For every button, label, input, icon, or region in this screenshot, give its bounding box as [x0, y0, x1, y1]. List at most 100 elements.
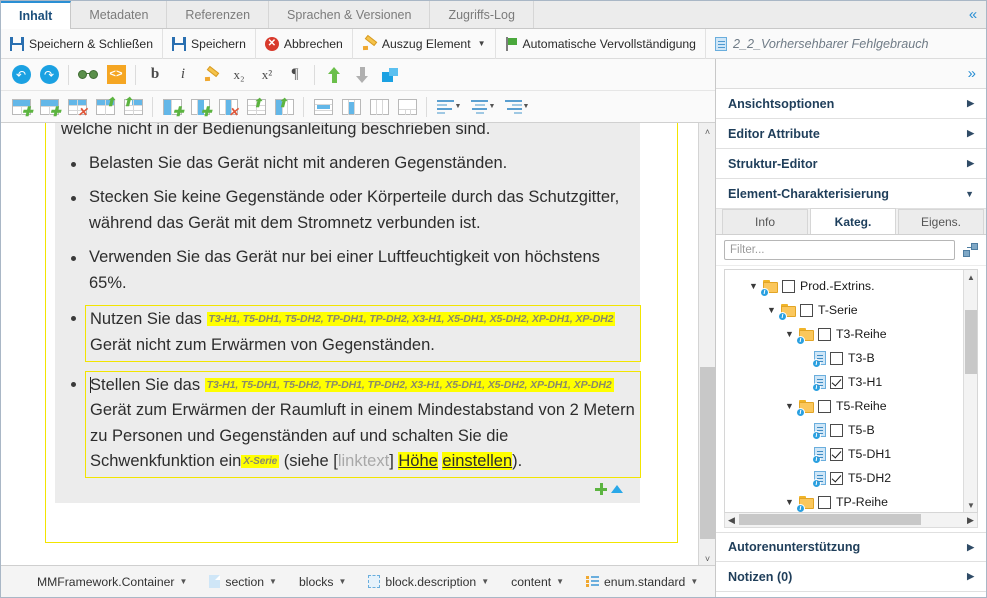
align-right-icon[interactable]: ▼	[500, 93, 534, 121]
subscript-icon[interactable]: x₂	[225, 61, 253, 89]
italic-icon[interactable]: i	[169, 61, 197, 89]
table-row-props-icon[interactable]: ⬆	[119, 93, 147, 121]
tree-checkbox[interactable]	[818, 495, 831, 509]
table-insert-row-below-icon[interactable]: ✚	[35, 93, 63, 121]
table-delete-row-icon[interactable]: ✕	[63, 93, 91, 121]
breadcrumb-block-description[interactable]: block.description ▼	[368, 575, 489, 589]
linktext-placeholder[interactable]: linktext	[338, 452, 389, 470]
bold-icon[interactable]: b	[141, 61, 169, 89]
auszug-element-button[interactable]: Auszug Element ▼	[353, 28, 496, 59]
chevron-down-icon[interactable]: ▼	[690, 577, 698, 586]
save-and-close-button[interactable]: Speichern & Schließen	[1, 28, 163, 59]
tree-checkbox[interactable]	[830, 471, 843, 485]
scroll-up-button[interactable]: ˄	[699, 123, 716, 140]
promote-up-icon[interactable]	[320, 61, 348, 89]
tree-node-t3-reihe[interactable]: ▼ i T3-Reihe	[725, 322, 941, 346]
product-variant-tag[interactable]: T3-H1, T5-DH1, T5-DH2, TP-DH1, TP-DH2, X…	[206, 312, 616, 327]
open-document-title[interactable]: 2_2_Vorhersehbarer Fehlgebrauch	[706, 29, 938, 59]
table-col-move-icon[interactable]: ⬆	[270, 93, 298, 121]
document-content[interactable]: welche nicht in der Bedienungsanleitung …	[61, 123, 641, 487]
chevron-down-icon[interactable]: ▼	[783, 329, 796, 339]
chevron-down-icon[interactable]: ▼	[783, 497, 796, 507]
tree-checkbox[interactable]	[782, 279, 795, 293]
table-split-icon[interactable]	[365, 93, 393, 121]
tree-node-t5-dh1[interactable]: i T5-DH1	[725, 442, 941, 466]
tree-checkbox[interactable]	[830, 351, 843, 365]
green-plus-icon[interactable]	[595, 483, 607, 495]
table-header-row-icon[interactable]	[309, 93, 337, 121]
redo-icon[interactable]: ↷	[35, 61, 63, 89]
tree-node-t-serie[interactable]: ▼ i T-Serie	[725, 298, 941, 322]
table-delete-col-icon[interactable]: ✕	[214, 93, 242, 121]
editor-canvas[interactable]: welche nicht in der Bedienungsanleitung …	[1, 123, 717, 567]
chevron-down-icon[interactable]: ▼	[478, 39, 486, 48]
tree-node-t5-reihe[interactable]: ▼ i T5-Reihe	[725, 394, 941, 418]
auto-completion-button[interactable]: Automatische Vervollständigung	[496, 28, 706, 59]
chevron-down-icon[interactable]: ▼	[783, 401, 796, 411]
tree-checkbox[interactable]	[830, 447, 843, 461]
tab-sprachen-versionen[interactable]: Sprachen & Versionen	[269, 1, 431, 28]
list-item[interactable]: Stecken Sie keine Gegenstände oder Körpe…	[61, 185, 641, 236]
scrollbar-thumb[interactable]	[700, 367, 715, 539]
paragraph-continuation[interactable]: welche nicht in der Bedienungsanleitung …	[61, 123, 641, 143]
list-item-tagged[interactable]: Nutzen Sie das T3-H1, T5-DH1, T5-DH2, TP…	[61, 305, 641, 362]
undo-icon[interactable]: ↶	[7, 61, 35, 89]
chevron-down-icon[interactable]: ▼	[339, 577, 347, 586]
list-item[interactable]: Belasten Sie das Gerät nicht mit anderen…	[61, 151, 641, 177]
chevron-down-icon[interactable]: ▼	[765, 305, 778, 315]
insert-object-icon[interactable]	[376, 61, 404, 89]
filter-input[interactable]	[724, 240, 955, 260]
breadcrumb-blocks[interactable]: blocks ▼	[299, 575, 346, 589]
tree-scroll-up-button[interactable]: ▲	[964, 270, 977, 284]
breadcrumb-section[interactable]: section ▼	[209, 575, 277, 589]
tree-checkbox[interactable]	[818, 327, 831, 341]
tree-scrollbar-thumb[interactable]	[965, 310, 977, 374]
cross-reference-link[interactable]: Höhe	[398, 452, 438, 471]
list-item[interactable]: Verwenden Sie das Gerät nur bei einer Lu…	[61, 245, 641, 296]
tab-eigens[interactable]: Eigens.	[898, 209, 984, 234]
tree-node-t5-b[interactable]: i T5-B	[725, 418, 941, 442]
table-insert-col-left-icon[interactable]: ✚	[158, 93, 186, 121]
tree-scroll-left-button[interactable]: ◀	[725, 514, 738, 527]
tab-zugriffs-log[interactable]: Zugriffs-Log	[430, 1, 534, 28]
source-code-icon[interactable]: <>	[102, 61, 130, 89]
chevron-down-icon[interactable]: ▼	[481, 577, 489, 586]
cross-reference-link-cont[interactable]: einstellen	[442, 452, 513, 471]
inline-variant-tag[interactable]: X-Serie	[241, 455, 280, 469]
align-center-icon[interactable]: ▼	[466, 93, 500, 121]
chevron-double-left-icon[interactable]: «	[962, 3, 984, 25]
tree-vertical-scrollbar[interactable]: ▲ ▼	[963, 270, 977, 512]
tree-hscrollbar-thumb[interactable]	[739, 514, 921, 525]
highlighter-icon[interactable]	[197, 61, 225, 89]
tree-node-prod-extrins[interactable]: ▼ i Prod.-Extrins.	[725, 274, 941, 298]
breadcrumb-mmframework-container[interactable]: MMFramework.Container ▼	[37, 575, 187, 589]
tab-metadaten[interactable]: Metadaten	[71, 1, 168, 28]
editor-vertical-scrollbar[interactable]: ˄ ˅	[698, 123, 716, 567]
tree-scroll-down-button[interactable]: ▼	[964, 498, 977, 512]
tab-kateg[interactable]: Kateg.	[810, 208, 896, 234]
tree-horizontal-scrollbar[interactable]: ◀ ▶	[724, 513, 978, 528]
table-insert-col-right-icon[interactable]: ✚	[186, 93, 214, 121]
table-insert-row-above-icon[interactable]: ✚	[7, 93, 35, 121]
blue-triangle-up-icon[interactable]	[611, 485, 623, 493]
demote-down-icon[interactable]	[348, 61, 376, 89]
align-left-icon[interactable]: ▼	[432, 93, 466, 121]
section-editor-attribute[interactable]: Editor Attribute ▶	[716, 119, 986, 149]
chevron-double-right-icon[interactable]: »	[968, 66, 976, 81]
document-page[interactable]: welche nicht in der Bedienungsanleitung …	[1, 123, 701, 567]
section-element-charakterisierung[interactable]: Element-Charakterisierung ▼	[716, 179, 986, 209]
preview-glasses-icon[interactable]	[74, 61, 102, 89]
section-struktur-editor[interactable]: Struktur-Editor ▶	[716, 149, 986, 179]
cascade-windows-icon[interactable]	[963, 243, 978, 257]
breadcrumb-content[interactable]: content ▼	[511, 575, 564, 589]
element-selection-frame[interactable]: Stellen Sie das T3-H1, T5-DH1, T5-DH2, T…	[85, 370, 641, 478]
tree-node-t3-b[interactable]: i T3-B	[725, 346, 941, 370]
tree-node-t3-h1[interactable]: i T3-H1	[725, 370, 941, 394]
list-item-tagged-link[interactable]: Stellen Sie das T3-H1, T5-DH1, T5-DH2, T…	[61, 370, 641, 478]
superscript-icon[interactable]: x²	[253, 61, 281, 89]
category-tree[interactable]: ▼ i Prod.-Extrins. ▼ i T-Serie ▼ i T3-Re…	[724, 269, 978, 513]
breadcrumb-enum-standard[interactable]: enum.standard ▼	[586, 575, 698, 589]
cancel-button[interactable]: ✕ Abbrechen	[256, 28, 353, 59]
tree-node-tp-reihe[interactable]: ▼ i TP-Reihe	[725, 490, 941, 512]
chevron-down-icon[interactable]: ▼	[179, 577, 187, 586]
